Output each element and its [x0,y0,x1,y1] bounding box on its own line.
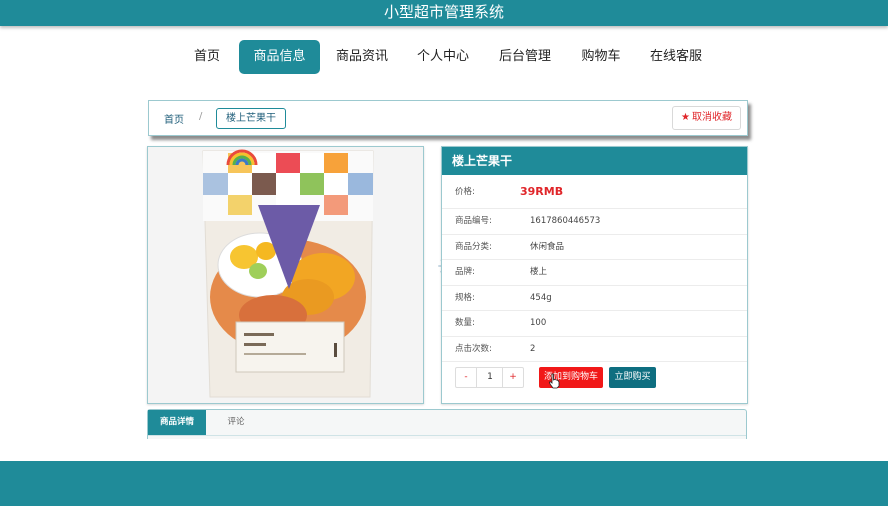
hand-cursor-icon [548,373,560,389]
field-row-brand: 品牌: 楼上 [442,260,747,286]
nav-item-news[interactable]: 商品资讯 [331,40,393,74]
nav-item-admin[interactable]: 后台管理 [494,40,556,74]
page-footer [0,461,888,506]
quantity-input[interactable]: 1 [477,368,503,387]
field-label: 品牌: [455,267,475,277]
tab-comments[interactable]: 评论 [216,410,256,435]
nav-item-cart[interactable]: 购物车 [576,40,626,74]
field-label: 规格: [455,292,475,303]
unfavorite-label: 取消收藏 [692,112,732,123]
increment-button[interactable]: + [502,368,523,387]
app-header: 小型超市管理系统 [0,0,888,26]
nav-item-products[interactable]: 商品信息 [239,40,320,74]
product-tabs: 商品详情 评论 [147,409,747,439]
product-image [147,146,424,404]
field-label: 商品编号: [455,216,492,226]
field-row-stock: 数量: 100 [442,311,747,337]
field-row-price: 价格: 39RMB [442,175,747,209]
field-label: 价格: [455,187,475,197]
field-row-clicks: 点击次数: 2 [442,337,747,362]
field-value: 100 [530,318,547,328]
nav-item-home[interactable]: 首页 [186,40,228,74]
product-image-graphic [148,147,423,403]
field-value: 454g [530,292,552,303]
price-value: 39RMB [520,185,564,198]
field-row-category: 商品分类: 休闲食品 [442,235,747,260]
field-row-spec: 规格: 454g [442,286,747,311]
unfavorite-button[interactable]: ★ 取消收藏 [672,106,741,130]
nav-item-support[interactable]: 在线客服 [645,40,707,74]
buy-now-button[interactable]: 立即购买 [609,367,656,388]
nav-item-profile[interactable]: 个人中心 [412,40,474,74]
breadcrumb: 首页 / 楼上芒果干 ★ 取消收藏 [148,100,748,136]
field-value: 2 [530,343,536,354]
tab-divider [148,435,746,436]
field-value: 楼上 [530,267,548,277]
main-nav: 首页 商品信息 商品资讯 个人中心 后台管理 购物车 在线客服 [0,40,888,74]
app-title: 小型超市管理系统 [383,3,504,21]
field-label: 商品分类: [455,241,492,252]
quantity-stepper: - 1 + [455,367,524,388]
star-icon: ★ [681,112,690,123]
field-value: 休闲食品 [530,241,565,252]
product-info-panel: 楼上芒果干 价格: 39RMB 商品编号: 1617860446573 商品分类… [441,146,748,404]
breadcrumb-separator: / [199,111,203,122]
breadcrumb-current: 楼上芒果干 [216,108,286,129]
field-value: 1617860446573 [530,216,601,226]
field-row-sku: 商品编号: 1617860446573 [442,209,747,235]
field-label: 数量: [455,318,475,328]
breadcrumb-home-link[interactable]: 首页 [164,111,184,126]
decrement-button[interactable]: - [456,368,477,387]
field-label: 点击次数: [455,343,492,354]
tab-details[interactable]: 商品详情 [148,410,206,435]
product-title: 楼上芒果干 [442,147,747,175]
